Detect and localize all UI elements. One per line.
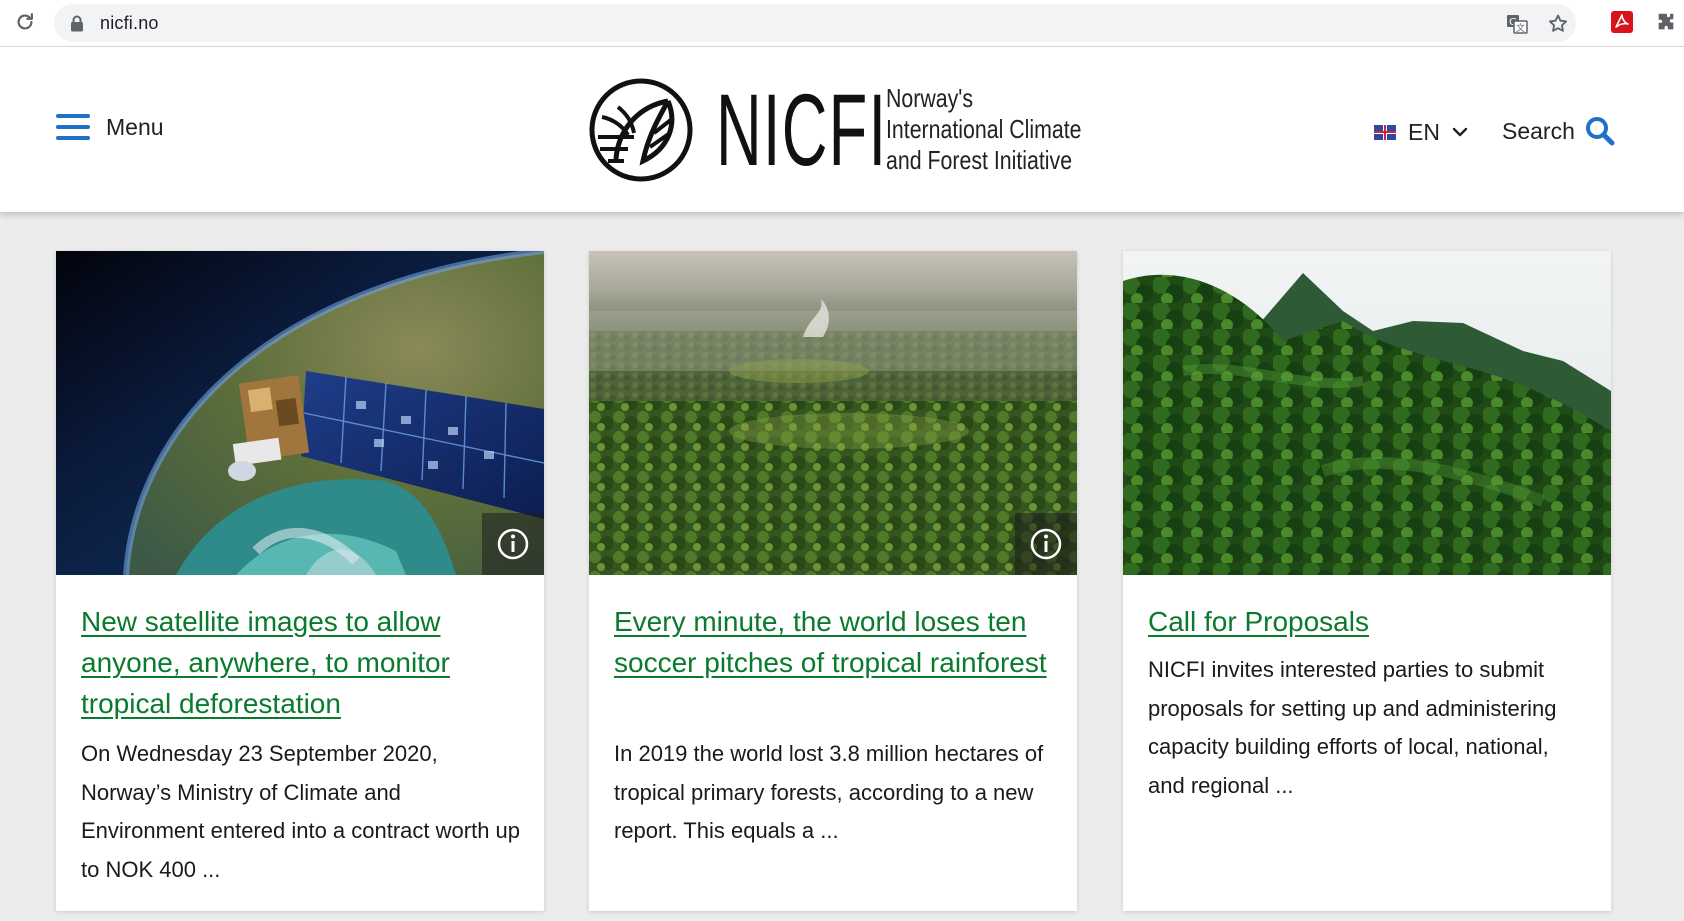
bookmark-star-icon[interactable] xyxy=(1547,13,1569,35)
menu-button[interactable]: Menu xyxy=(56,109,164,145)
image-info-button[interactable] xyxy=(1015,513,1077,575)
card-title-link[interactable]: Call for Proposals xyxy=(1148,601,1588,642)
news-card[interactable]: Every minute, the world loses ten soccer… xyxy=(589,251,1077,911)
lock-icon[interactable] xyxy=(70,15,84,37)
chevron-down-icon xyxy=(1452,127,1468,137)
search-button[interactable]: Search xyxy=(1502,113,1615,149)
menu-label: Menu xyxy=(106,113,164,140)
aerial-rainforest-image[interactable] xyxy=(589,251,1077,575)
url-text[interactable]: nicfi.no xyxy=(100,13,159,34)
logo-tagline: Norway's International Climate and Fores… xyxy=(886,83,1082,176)
translate-icon[interactable]: G 文 xyxy=(1506,13,1528,35)
browser-toolbar: nicfi.no G 文 xyxy=(0,0,1684,47)
hamburger-icon xyxy=(56,114,90,140)
pdf-extension-icon[interactable] xyxy=(1610,10,1634,34)
language-selector[interactable]: EN xyxy=(1374,117,1468,147)
info-icon xyxy=(1030,528,1062,560)
forested-mountains-image[interactable] xyxy=(1123,251,1611,575)
logo-tagline-line: Norway's xyxy=(886,83,974,113)
info-icon xyxy=(497,528,529,560)
card-title-link[interactable]: Every minute, the world loses ten soccer… xyxy=(614,601,1054,683)
logo-tagline-line: International Climate xyxy=(886,114,1082,144)
uk-flag-icon xyxy=(1374,124,1396,140)
language-label: EN xyxy=(1408,118,1440,145)
leaf-globe-icon xyxy=(589,78,693,182)
card-excerpt: NICFI invites interested parties to subm… xyxy=(1148,657,1557,798)
nicfi-logo[interactable]: NICFI Norway's International Climate and… xyxy=(588,73,1082,187)
card-excerpt: In 2019 the world lost 3.8 million hecta… xyxy=(614,741,1044,843)
logo-wordmark: NICFI xyxy=(716,73,888,187)
card-title-link[interactable]: New satellite images to allow anyone, an… xyxy=(81,601,521,724)
satellite-image[interactable] xyxy=(56,251,544,575)
reload-icon[interactable] xyxy=(12,9,38,35)
search-label: Search xyxy=(1502,117,1575,144)
logo-tagline-line: and Forest Initiative xyxy=(886,145,1073,175)
address-bar[interactable]: nicfi.no G 文 xyxy=(54,4,1576,42)
card-excerpt: On Wednesday 23 September 2020, Norway’s… xyxy=(81,741,521,882)
search-icon xyxy=(1585,117,1615,146)
extensions-puzzle-icon[interactable] xyxy=(1654,10,1678,34)
news-card[interactable]: New satellite images to allow anyone, an… xyxy=(56,251,544,911)
site-header: Menu NICFI Norway's International Climat… xyxy=(0,47,1684,212)
svg-text:文: 文 xyxy=(1516,22,1525,34)
news-card[interactable]: Call for Proposals NICFI invites interes… xyxy=(1123,251,1611,911)
image-info-button[interactable] xyxy=(482,513,544,575)
